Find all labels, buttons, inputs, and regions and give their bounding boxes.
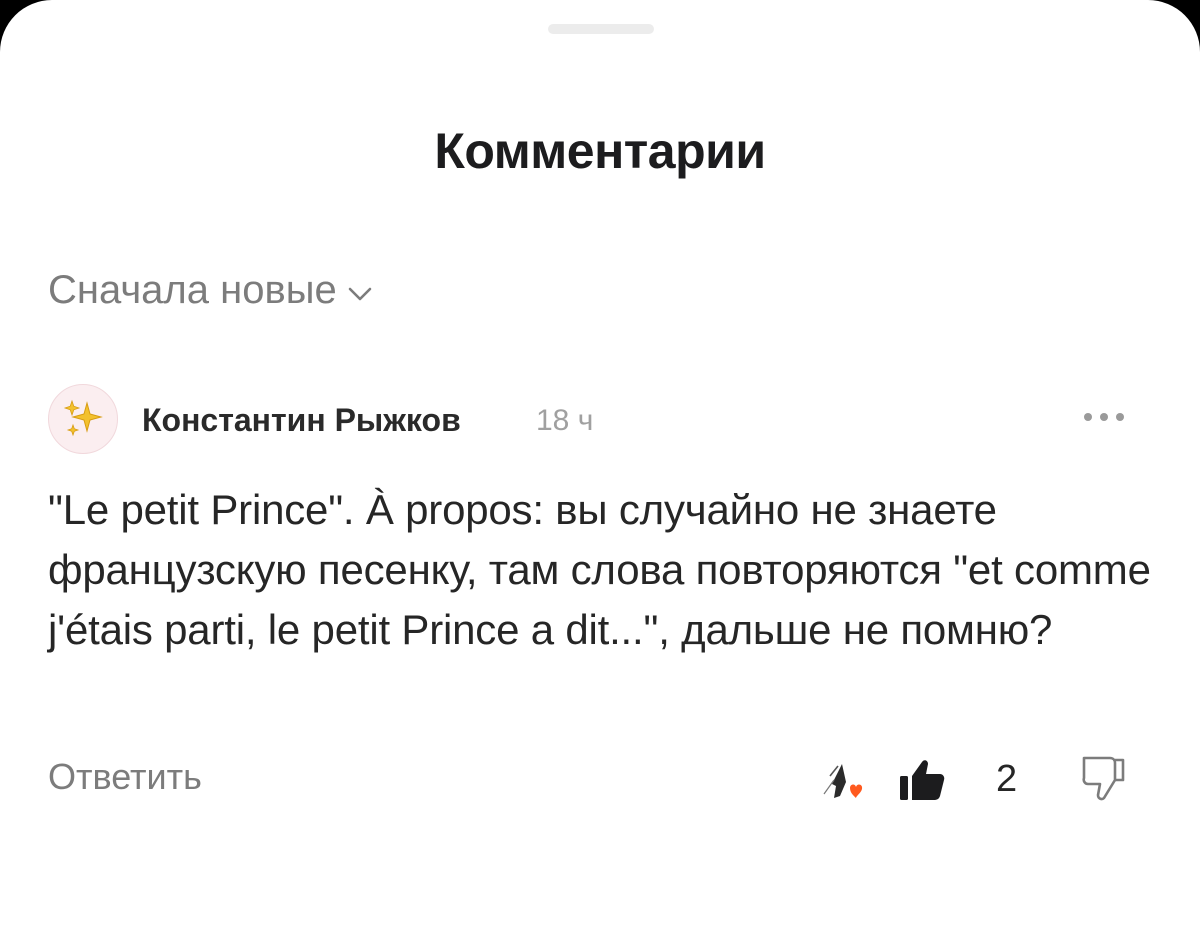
sort-dropdown[interactable]: Сначала новые [48,268,373,313]
sort-label: Сначала новые [48,268,337,312]
drag-handle[interactable] [548,24,654,34]
thumbs-up-icon[interactable] [898,756,946,802]
like-count: 2 [996,758,1018,800]
comments-sheet: Комментарии Сначала новые Константин Рыж… [0,0,1200,952]
reactor-avatar-heart-icon[interactable] [816,756,868,806]
reply-button[interactable]: Ответить [48,756,202,798]
avatar[interactable] [48,384,118,454]
comment-time: 18 ч [536,404,594,437]
thumbs-down-icon[interactable] [1080,754,1126,802]
sparkles-icon [63,399,103,437]
comment-text: "Le petit Prince". À propos: вы случайно… [48,486,1151,653]
page-title: Комментарии [434,123,766,179]
more-options-icon[interactable] [1084,402,1124,432]
chevron-down-icon [348,287,372,300]
comment-header: Константин Рыжков 18 ч [48,384,1152,456]
author-name[interactable]: Константин Рыжков [142,402,461,439]
